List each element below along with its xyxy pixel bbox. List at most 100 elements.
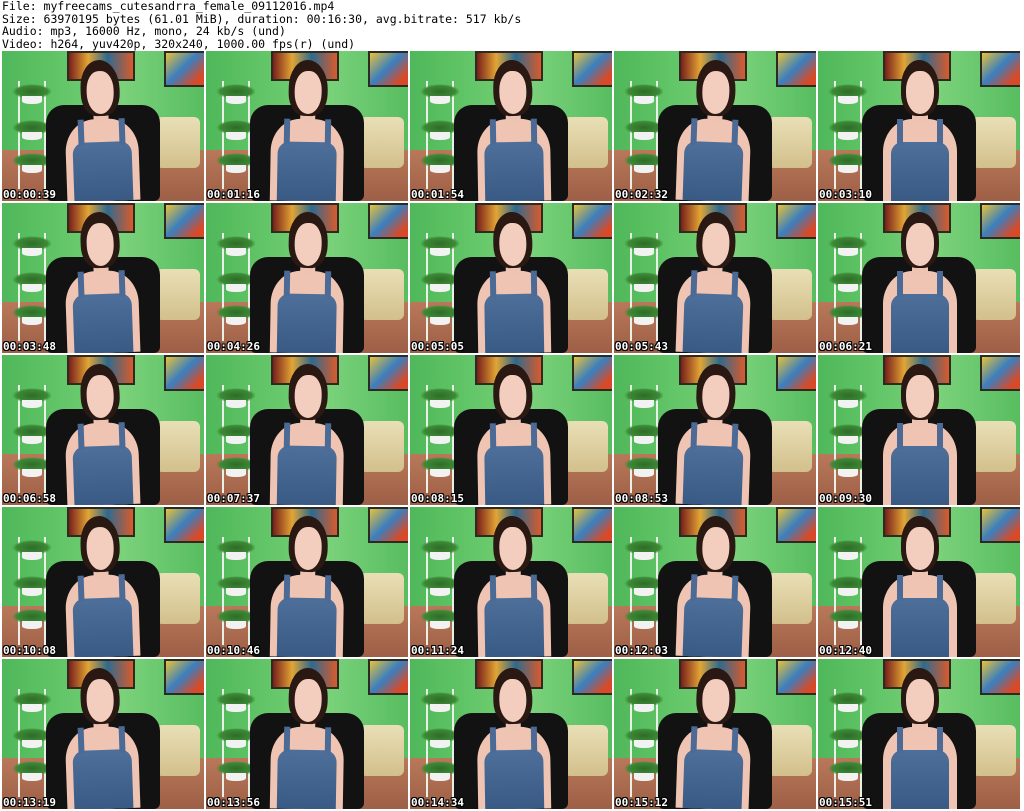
wall-painting-right: [775, 659, 816, 695]
wall-painting-right: [979, 507, 1020, 543]
sofa: [563, 117, 608, 168]
video-thumbnail: 00:01:54: [410, 51, 612, 201]
person: [872, 364, 969, 505]
thumbnail-timestamp: 00:05:05: [411, 340, 464, 353]
plant-pot: [22, 317, 43, 325]
sofa: [563, 573, 608, 624]
denim-dress: [682, 140, 743, 201]
person: [872, 668, 969, 809]
dress-strap: [118, 726, 125, 752]
sofa: [359, 117, 404, 168]
dress-strap: [77, 727, 85, 754]
thumbnail-timestamp: 00:10:08: [3, 644, 56, 657]
wall-painting-right: [163, 659, 204, 695]
dress-strap: [77, 575, 85, 602]
webcam-frame: [818, 203, 1020, 353]
denim-dress: [276, 141, 336, 201]
plant-pot: [634, 284, 655, 292]
person: [463, 211, 562, 353]
plant-pot: [22, 165, 43, 173]
dress-strap: [283, 574, 290, 601]
video-thumbnail: 00:10:46: [206, 507, 408, 657]
video-thumbnail: 00:02:32: [614, 51, 816, 201]
thumbnail-timestamp: 00:13:56: [207, 796, 260, 809]
webcam-frame: [614, 203, 816, 353]
dress-strap: [283, 726, 290, 753]
plant-pot: [226, 165, 247, 173]
plant-pot: [838, 740, 859, 748]
video-thumbnail: 00:06:21: [818, 203, 1020, 353]
person-face: [293, 679, 322, 722]
denim-dress: [72, 292, 133, 353]
person: [257, 667, 356, 809]
thumbnail-timestamp: 00:01:54: [411, 188, 464, 201]
plant-pot: [430, 96, 451, 104]
thumbnail-timestamp: 00:07:37: [207, 492, 260, 505]
plant-pot: [838, 588, 859, 596]
person: [463, 59, 562, 201]
dress-strap: [896, 271, 903, 297]
denim-dress: [72, 596, 133, 657]
person-face: [498, 375, 527, 418]
plant-pot: [22, 96, 43, 104]
plant-pot: [838, 284, 859, 292]
thumbnail-timestamp: 00:09:30: [819, 492, 872, 505]
dress-strap: [118, 270, 125, 296]
plant-pot: [226, 740, 247, 748]
plant-pot: [226, 588, 247, 596]
dress-strap: [937, 727, 944, 753]
denim-dress: [890, 597, 950, 657]
webcam-frame: [206, 51, 408, 201]
person: [463, 363, 562, 505]
plant-pot: [22, 248, 43, 256]
plant-pot: [22, 132, 43, 140]
thumbnail-timestamp: 00:06:21: [819, 340, 872, 353]
person-face: [293, 527, 322, 570]
plant-pot: [226, 773, 247, 781]
plant-pot: [226, 96, 247, 104]
video-info-line: Video: h264, yuv420p, 320x240, 1000.00 f…: [2, 36, 356, 51]
plant-pot: [838, 248, 859, 256]
video-thumbnail: 00:13:19: [2, 659, 204, 809]
person: [872, 212, 969, 353]
plant-pot: [634, 317, 655, 325]
denim-dress: [682, 596, 743, 657]
plant-pot: [430, 773, 451, 781]
denim-dress: [276, 445, 336, 505]
plant-pot: [226, 621, 247, 629]
webcam-frame: [2, 659, 204, 809]
thumbnail-timestamp: 00:04:26: [207, 340, 260, 353]
video-thumbnail: 00:10:08: [2, 507, 204, 657]
denim-dress: [484, 141, 544, 201]
video-thumbnail: 00:12:40: [818, 507, 1020, 657]
dress-strap: [77, 119, 85, 146]
dress-strap: [690, 574, 697, 600]
thumbnail-timestamp: 00:06:58: [3, 492, 56, 505]
sofa: [359, 421, 404, 472]
wall-painting-right: [979, 659, 1020, 695]
dress-strap: [730, 119, 738, 146]
person-face: [906, 71, 934, 114]
sofa: [155, 269, 200, 320]
denim-dress: [890, 293, 950, 353]
wall-painting-right: [979, 51, 1020, 87]
person-face: [498, 527, 527, 570]
video-thumbnail: 00:01:16: [206, 51, 408, 201]
video-thumbnail: 00:14:34: [410, 659, 612, 809]
webcam-frame: [206, 507, 408, 657]
plant-pot: [634, 552, 655, 560]
person: [663, 666, 765, 809]
sofa: [767, 269, 812, 320]
wall-painting-right: [367, 507, 408, 543]
person-face: [906, 223, 934, 266]
plant-pot: [838, 436, 859, 444]
plant-pot: [838, 469, 859, 477]
plant-pot: [430, 704, 451, 712]
dress-strap: [896, 423, 903, 449]
person: [50, 514, 152, 657]
plant-pot: [22, 704, 43, 712]
dress-strap: [730, 271, 738, 298]
thumbnail-timestamp: 00:12:03: [615, 644, 668, 657]
thumbnail-grid: 00:00:39 00:01:16 00:01:54 00:02:32 00:03:10…: [2, 51, 1022, 811]
plant-pot: [22, 740, 43, 748]
